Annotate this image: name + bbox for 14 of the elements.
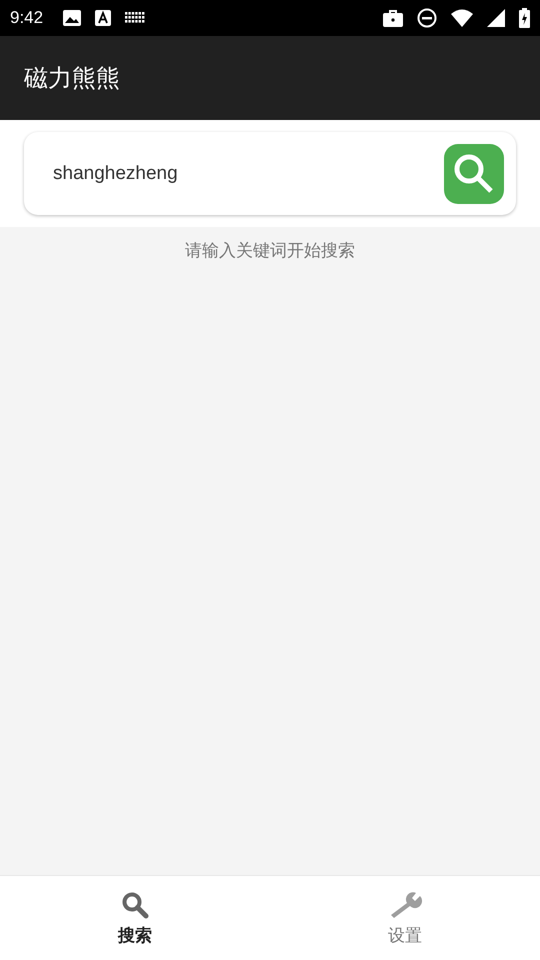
font-icon xyxy=(95,10,112,26)
empty-hint: 请输入关键词开始搜索 xyxy=(185,240,355,262)
do-not-disturb-icon xyxy=(417,8,437,28)
app-title: 磁力熊熊 xyxy=(24,63,120,94)
status-time: 9:42 xyxy=(10,8,44,28)
battery-icon xyxy=(519,8,530,28)
search-field[interactable]: shanghezheng xyxy=(51,162,444,186)
wifi-icon xyxy=(451,9,473,27)
search-button[interactable] xyxy=(444,144,504,204)
image-icon xyxy=(63,10,82,26)
keyboard-icon xyxy=(125,12,146,24)
briefcase-icon xyxy=(383,9,403,27)
signal-icon xyxy=(487,9,505,27)
search-icon xyxy=(120,890,150,920)
